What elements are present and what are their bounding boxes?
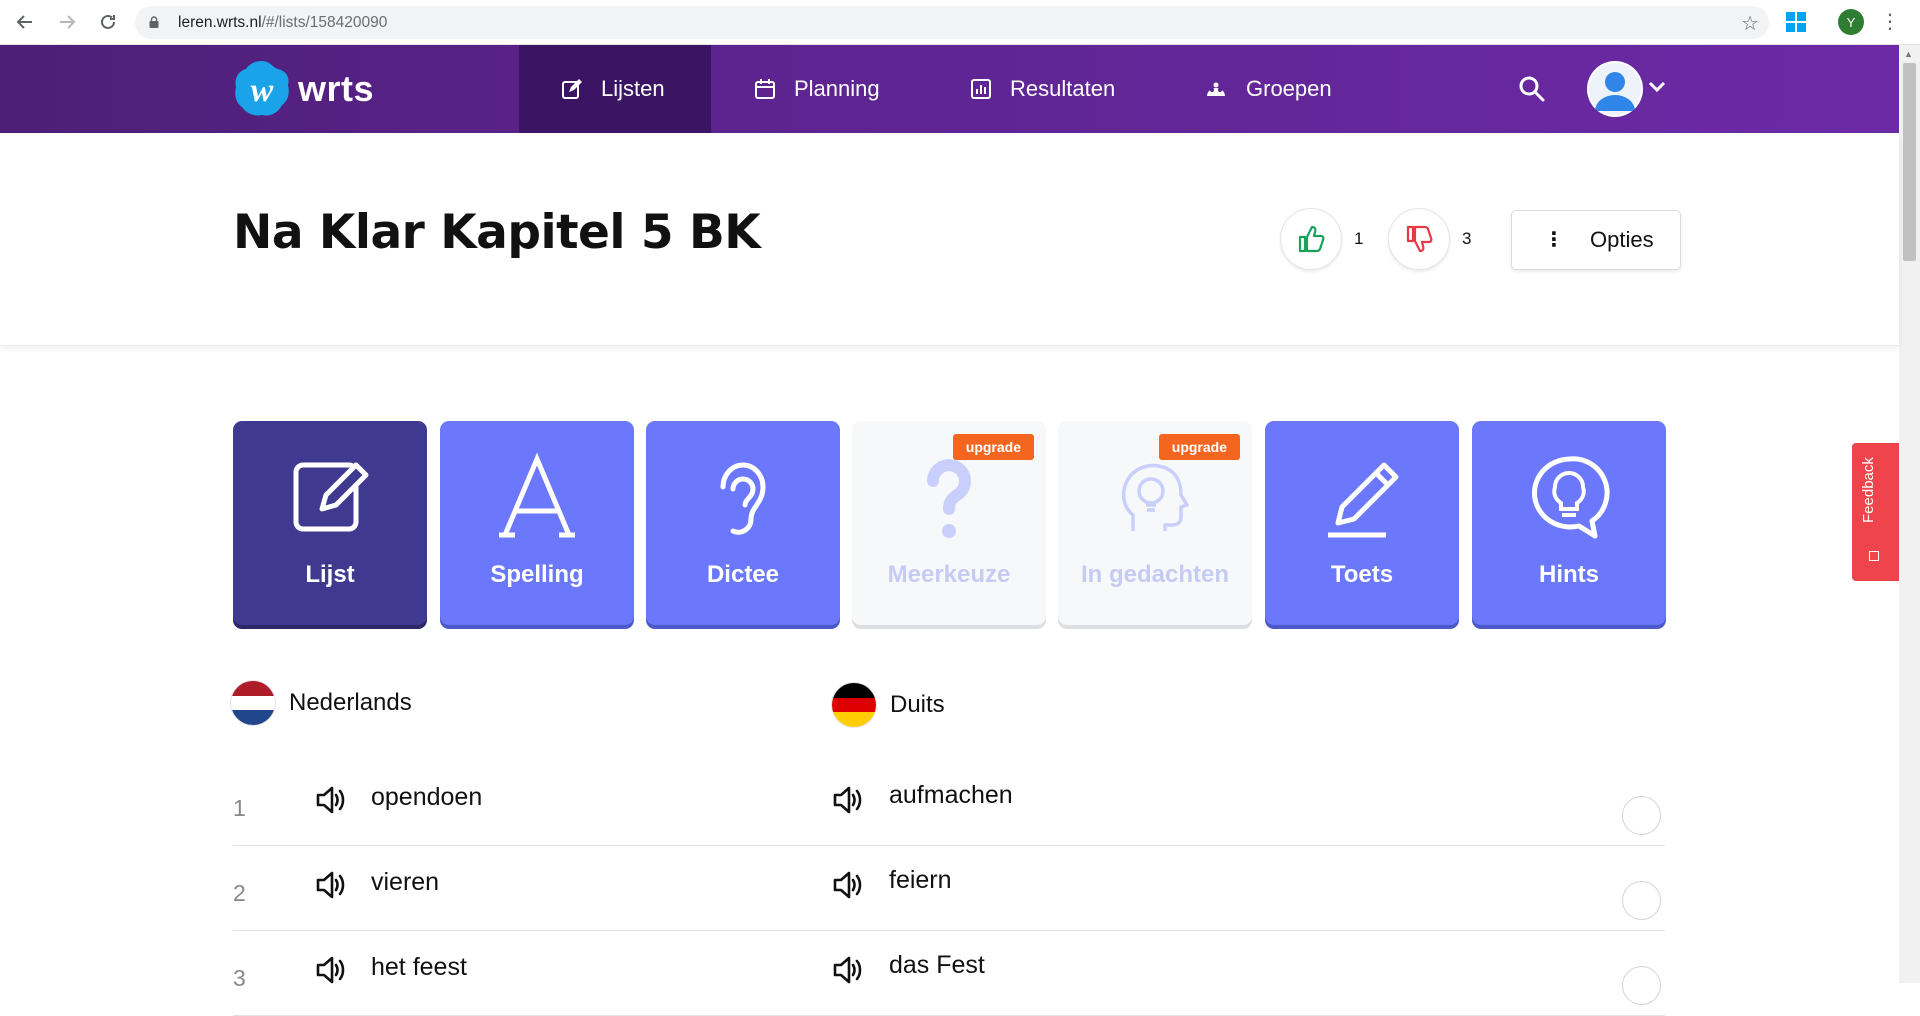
mode-tile-spelling[interactable]: Spelling — [440, 421, 634, 625]
row-select-checkbox[interactable] — [1622, 881, 1661, 920]
mode-tile-dictee[interactable]: Dictee — [646, 421, 840, 625]
speaker-icon[interactable] — [832, 870, 864, 900]
page-scrollbar[interactable]: ▲ — [1899, 45, 1920, 983]
feedback-tab[interactable]: Feedback — [1852, 443, 1899, 581]
head-bulb-icon — [1111, 453, 1199, 541]
row-number: 2 — [233, 880, 246, 906]
calendar-icon — [755, 79, 775, 99]
language-left: Nederlands — [231, 681, 412, 725]
mode-label-toets: Toets — [1330, 561, 1394, 588]
word-de: aufmachen — [889, 781, 1013, 809]
word-nl: het feest — [371, 953, 467, 981]
dislike-count: 3 — [1462, 229, 1472, 248]
mode-label-dictee: Dictee — [706, 561, 780, 588]
question-mark-icon — [905, 453, 993, 541]
row-select-checkbox[interactable] — [1622, 966, 1661, 1005]
chart-icon — [971, 79, 991, 99]
scroll-up-arrow-icon[interactable]: ▲ — [1904, 49, 1913, 59]
wrts-logo[interactable]: w wrts — [232, 59, 374, 119]
bookmark-star-icon[interactable]: ☆ — [1741, 11, 1759, 36]
mode-tile-meerkeuze[interactable]: upgrade Meerkeuze — [852, 421, 1046, 625]
word-de: das Fest — [889, 951, 985, 979]
mode-tile-lijst[interactable]: Lijst — [233, 421, 427, 625]
language-left-label: Nederlands — [289, 689, 412, 716]
mode-tile-toets[interactable]: Toets — [1265, 421, 1459, 625]
word-row: 3 het feest das Fest — [233, 931, 1665, 1016]
user-icon — [1589, 63, 1641, 115]
word-nl: opendoen — [371, 783, 483, 811]
mode-label-in-gedachten: In gedachten — [1080, 561, 1230, 588]
feedback-label: Feedback — [1860, 457, 1877, 523]
mode-label-spelling: Spelling — [490, 561, 584, 588]
nav-resultaten-label: Resultaten — [1010, 76, 1116, 101]
word-de: feiern — [889, 866, 952, 894]
browser-menu-icon[interactable]: ⋮ — [1880, 8, 1900, 36]
list-header: Na Klar Kapitel 5 BK 1 3 ⋮ Opties — [0, 133, 1899, 346]
thumbs-up-icon — [1298, 225, 1325, 253]
upgrade-badge[interactable]: upgrade — [952, 434, 1034, 460]
dutch-flag-icon — [231, 681, 275, 725]
mode-label-meerkeuze: Meerkeuze — [887, 561, 1011, 588]
thumbs-down-icon — [1406, 225, 1433, 253]
address-bar[interactable]: leren.wrts.nl/#/lists/158420090 ☆ — [135, 6, 1769, 39]
speaker-icon[interactable] — [832, 785, 864, 815]
chevron-down-icon[interactable] — [1648, 77, 1666, 98]
lock-icon — [149, 16, 159, 28]
nav-resultaten[interactable]: Resultaten — [970, 45, 1115, 133]
speaker-icon[interactable] — [315, 785, 347, 815]
ear-icon — [699, 453, 787, 541]
edit-icon — [562, 79, 582, 99]
wrts-logo-icon: w — [235, 61, 289, 116]
like-count: 1 — [1354, 229, 1364, 248]
page-title: Na Klar Kapitel 5 BK — [233, 205, 761, 260]
nav-groepen[interactable]: Groepen — [1204, 45, 1332, 133]
nav-lijsten[interactable]: Lijsten — [519, 45, 711, 133]
group-icon — [1207, 82, 1225, 96]
nav-lijsten-label: Lijsten — [601, 76, 665, 101]
word-nl: vieren — [371, 868, 440, 896]
url-text: leren.wrts.nl/#/lists/158420090 — [178, 14, 388, 31]
upgrade-badge[interactable]: upgrade — [1158, 434, 1240, 460]
forward-arrow-icon[interactable] — [54, 9, 80, 35]
lightbulb-bubble-icon — [1525, 453, 1613, 541]
word-row: 1 opendoen aufmachen — [233, 761, 1665, 846]
dislike-button[interactable] — [1388, 208, 1450, 270]
kebab-menu-icon: ⋮ — [1544, 229, 1564, 251]
browser-toolbar: leren.wrts.nl/#/lists/158420090 ☆ Y ⋮ — [0, 0, 1920, 45]
nav-planning-label: Planning — [794, 76, 880, 101]
svg-text:w: w — [251, 72, 274, 109]
letter-a-icon — [493, 453, 581, 541]
pencil-icon — [1318, 453, 1406, 541]
nav-groepen-label: Groepen — [1246, 76, 1332, 101]
word-row: 2 vieren feiern — [233, 846, 1665, 931]
mode-tile-in-gedachten[interactable]: upgrade In gedachten — [1058, 421, 1252, 625]
back-arrow-icon[interactable] — [12, 9, 38, 35]
options-label: Opties — [1590, 227, 1654, 252]
edit-list-icon — [286, 453, 374, 541]
browser-profile-avatar[interactable]: Y — [1838, 9, 1864, 35]
scrollbar-thumb[interactable] — [1903, 63, 1916, 261]
like-button[interactable] — [1280, 208, 1342, 270]
mode-label-hints: Hints — [1539, 561, 1599, 588]
windows-extension-icon[interactable] — [1785, 11, 1807, 33]
speaker-icon[interactable] — [315, 870, 347, 900]
row-select-checkbox[interactable] — [1622, 796, 1661, 835]
german-flag-icon — [832, 683, 876, 727]
mode-tile-hints[interactable]: Hints — [1472, 421, 1666, 625]
speaker-icon[interactable] — [315, 955, 347, 985]
options-button[interactable]: ⋮ Opties — [1511, 210, 1681, 270]
feedback-icon — [1869, 551, 1879, 561]
row-number: 1 — [233, 795, 246, 821]
mode-label-lijst: Lijst — [305, 561, 355, 588]
logo-text: wrts — [298, 68, 375, 109]
nav-planning[interactable]: Planning — [754, 45, 880, 133]
language-right-label: Duits — [890, 691, 945, 718]
user-avatar[interactable] — [1587, 61, 1643, 117]
language-right: Duits — [832, 683, 945, 727]
app-header: w wrts Lijsten Planning Resultaten Groep… — [0, 45, 1899, 133]
reload-icon[interactable] — [95, 9, 121, 35]
row-number: 3 — [233, 965, 246, 991]
speaker-icon[interactable] — [832, 955, 864, 985]
search-icon[interactable] — [1518, 75, 1546, 103]
